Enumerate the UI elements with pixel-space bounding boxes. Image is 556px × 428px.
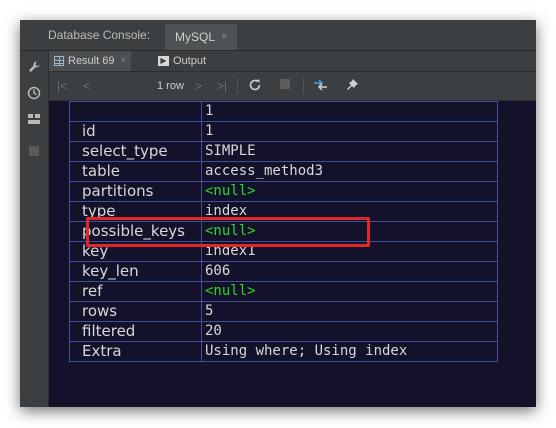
- field-value-cell[interactable]: 1: [201, 121, 498, 142]
- table-row: ref <null>: [69, 281, 498, 302]
- console-label: Database Console:: [48, 28, 151, 42]
- tab-mysql[interactable]: MySQL ×: [165, 24, 238, 50]
- table-row: Extra Using where; Using index: [69, 341, 498, 362]
- table-row: select_type SIMPLE: [69, 141, 498, 162]
- output-icon: ▶: [158, 56, 169, 66]
- layout-icon[interactable]: [27, 112, 41, 126]
- console-title-bar: Database Console: MySQL ×: [20, 20, 536, 51]
- field-name-cell[interactable]: select_type: [69, 141, 202, 162]
- prev-page-button[interactable]: <: [83, 78, 90, 94]
- stop-icon[interactable]: [277, 78, 293, 94]
- field-name-cell[interactable]: ref: [69, 281, 202, 302]
- field-name-cell[interactable]: table: [69, 161, 202, 182]
- last-page-button[interactable]: >|: [217, 78, 227, 94]
- field-name-cell[interactable]: Extra: [69, 341, 202, 362]
- field-name-cell[interactable]: id: [69, 121, 202, 142]
- tab-result-label: Result 69: [68, 55, 115, 67]
- wrench-icon[interactable]: [27, 60, 41, 74]
- tab-mysql-label: MySQL: [175, 30, 216, 44]
- table-row: key_len 606: [69, 261, 498, 282]
- field-value-cell[interactable]: access_method3: [201, 161, 498, 182]
- table-header-row: 1: [69, 101, 498, 122]
- field-value-cell[interactable]: 5: [201, 301, 498, 322]
- field-name-cell[interactable]: rows: [69, 301, 202, 322]
- compare-icon[interactable]: [312, 78, 330, 94]
- refresh-icon[interactable]: [247, 78, 263, 94]
- result-subtabs: Result 69 × ▶ Output: [49, 51, 536, 72]
- toolbar-divider: [237, 78, 238, 94]
- tool-window-strip: [20, 51, 49, 407]
- next-page-button[interactable]: >: [195, 78, 202, 94]
- field-value-cell[interactable]: Using where; Using index: [201, 341, 498, 362]
- field-value-cell[interactable]: <null>: [201, 181, 498, 202]
- field-name-cell[interactable]: key_len: [69, 261, 202, 282]
- table-row: id 1: [69, 121, 498, 142]
- result-toolbar: |< < 1 row > >|: [49, 72, 536, 101]
- toolbar-divider: [303, 78, 304, 94]
- field-value-cell[interactable]: 20: [201, 321, 498, 342]
- clock-icon[interactable]: [27, 86, 41, 100]
- close-icon[interactable]: ×: [120, 51, 126, 71]
- field-value-cell[interactable]: SIMPLE: [201, 141, 498, 162]
- row-count[interactable]: 1 row: [157, 78, 184, 94]
- header-cell-name[interactable]: [69, 101, 202, 122]
- tab-output[interactable]: ▶ Output: [153, 51, 211, 71]
- table-row: rows 5: [69, 301, 498, 322]
- close-icon[interactable]: ×: [221, 24, 227, 50]
- grid-icon: [54, 56, 64, 66]
- tab-output-label: Output: [173, 55, 207, 67]
- field-value-cell[interactable]: 606: [201, 261, 498, 282]
- table-row: table access_method3: [69, 161, 498, 182]
- field-name-cell[interactable]: partitions: [69, 181, 202, 202]
- header-cell-value[interactable]: 1: [201, 101, 498, 122]
- pin-icon[interactable]: [344, 78, 360, 94]
- database-console-window: Database Console: MySQL × Result 69 × ▶ …: [20, 20, 536, 407]
- tab-result[interactable]: Result 69 ×: [49, 51, 132, 71]
- field-name-cell[interactable]: filtered: [69, 321, 202, 342]
- stop-icon[interactable]: [27, 144, 41, 158]
- table-row: partitions <null>: [69, 181, 498, 202]
- field-value-cell[interactable]: <null>: [201, 281, 498, 302]
- result-grid-area: 1 id 1 select_type SIMPLE table access_method…: [49, 101, 536, 407]
- highlight-box: [86, 217, 370, 247]
- table-row: filtered 20: [69, 321, 498, 342]
- first-page-button[interactable]: |<: [57, 78, 67, 94]
